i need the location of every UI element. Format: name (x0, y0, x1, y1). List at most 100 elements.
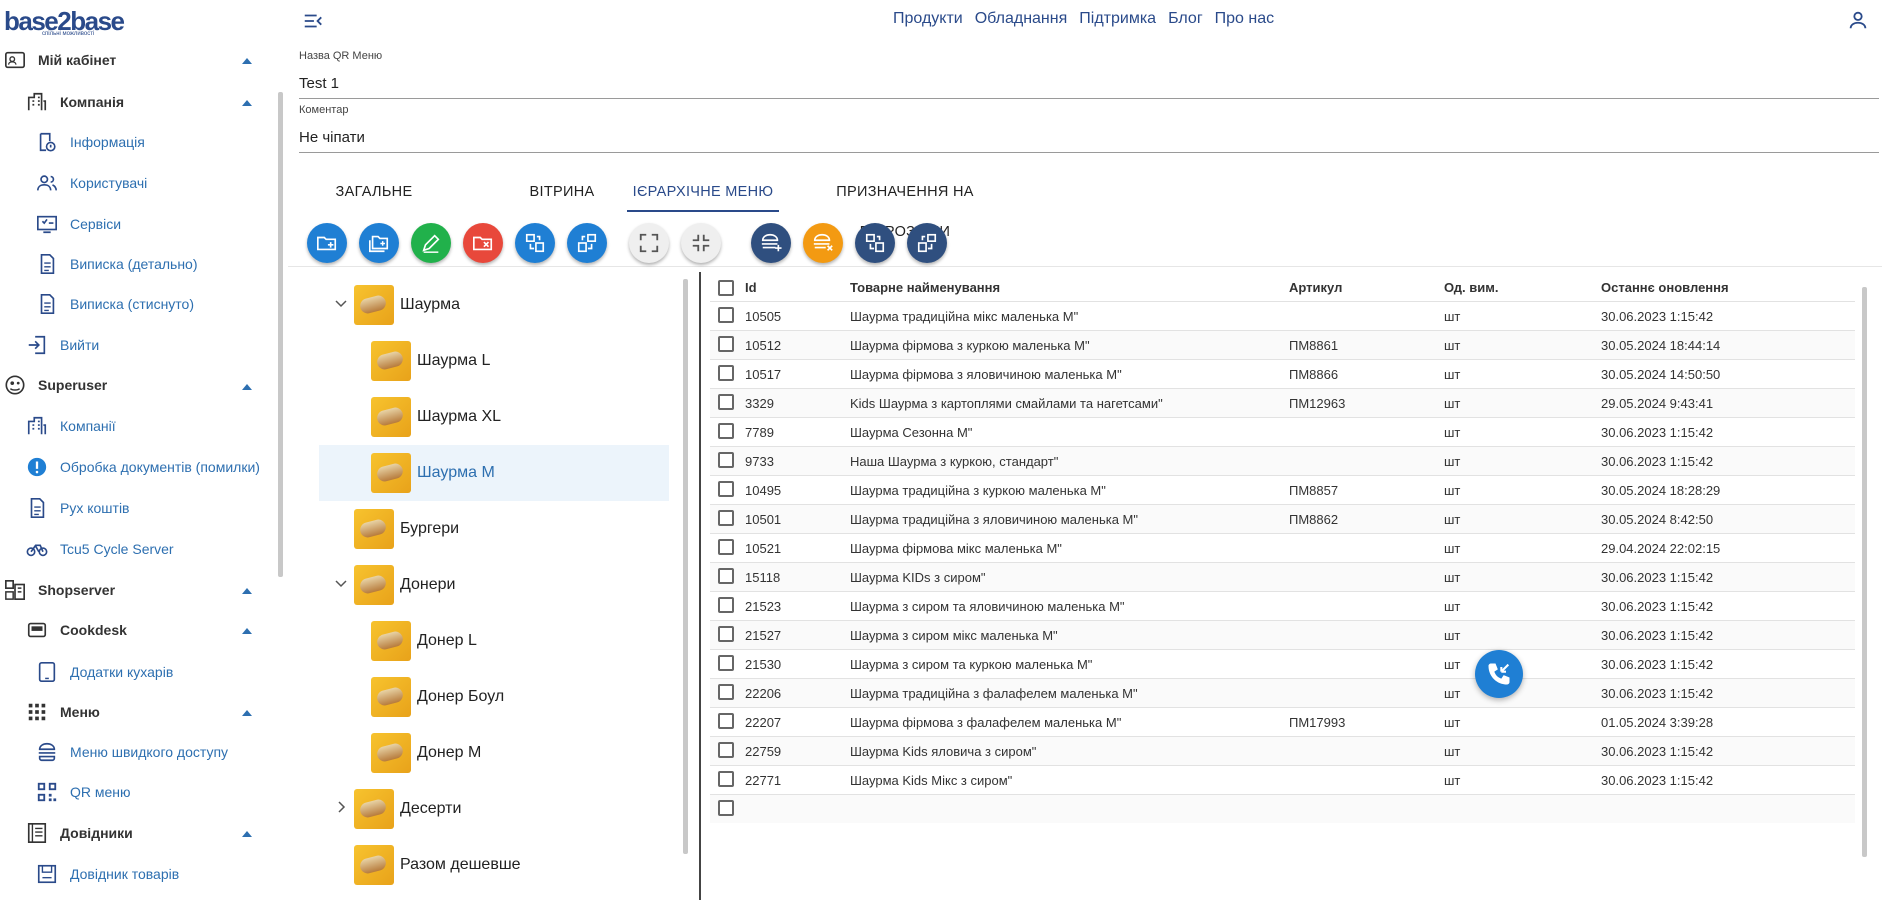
column-header-updated[interactable]: Останнє оновлення (1601, 275, 1729, 301)
row-checkbox[interactable] (718, 771, 734, 787)
sidebar-item-services[interactable]: Сервіси (36, 208, 121, 240)
sidebar-cookdesk[interactable]: Cookdesk (26, 614, 127, 646)
name-input[interactable]: Test 1 (299, 75, 339, 92)
move-down-button[interactable] (567, 223, 607, 263)
collapse-caret-icon[interactable] (242, 710, 252, 716)
table-row[interactable]: 10517 Шаурма фірмова з яловичиною маленьк… (710, 359, 1855, 388)
sidebar-item-info[interactable]: Інформація (36, 126, 145, 158)
row-checkbox[interactable] (718, 626, 734, 642)
tree-node-shaurma-l[interactable]: Шаурма L (371, 333, 621, 389)
topnav-blog[interactable]: Блог (1168, 10, 1203, 28)
column-header-article[interactable]: Артикул (1289, 275, 1342, 301)
tree-node-doners[interactable]: Донери (354, 557, 624, 613)
tree-node-combo[interactable]: Разом дешевше (354, 837, 624, 893)
table-row[interactable]: 22759 Шаурма Kids яловича з сиром" шт 30.06… (710, 736, 1855, 765)
table-row[interactable]: 15118 Шаурма KIDs з сиром" шт 30.06.2023 1:… (710, 562, 1855, 591)
row-checkbox[interactable] (718, 452, 734, 468)
tab-assign-departments[interactable]: ПРИЗНАЧЕННЯ НА ПІДРОЗДІЛИ (794, 172, 1016, 240)
sidebar-item-qr-menu[interactable]: QR меню (36, 776, 131, 808)
table-row[interactable]: 22207 Шаурма фірмова з фалафелем маленька… (710, 707, 1855, 736)
menu-collapse-icon[interactable] (302, 10, 324, 32)
sidebar-item-quick-menu[interactable]: Меню швидкого доступу (36, 736, 228, 768)
sidebar-superuser[interactable]: Superuser (4, 369, 107, 401)
table-row[interactable]: 22206 Шаурма традиційна з фалафелем мален… (710, 678, 1855, 707)
row-checkbox[interactable] (718, 394, 734, 410)
table-row[interactable]: 10512 Шаурма фірмова з куркою маленька М"… (710, 330, 1855, 359)
tree-node-burgers[interactable]: Бургери (354, 501, 624, 557)
chevron-down-icon[interactable] (335, 297, 347, 309)
topnav-support[interactable]: Підтримка (1079, 10, 1156, 28)
select-all-checkbox[interactable] (718, 280, 734, 296)
tree-node-doner-bowl[interactable]: Донер Боул (371, 669, 621, 725)
table-row[interactable]: 21530 Шаурма з сиром та куркою маленька М… (710, 649, 1855, 678)
copy-folder-button[interactable] (359, 223, 399, 263)
tab-showcase[interactable]: ВІТРИНА (502, 172, 622, 212)
collapse-caret-icon[interactable] (242, 628, 252, 634)
column-header-name[interactable]: Товарне найменування (850, 275, 1000, 301)
sidebar-item-tcu5[interactable]: Tcu5 Cycle Server (26, 533, 174, 565)
sidebar-item-users[interactable]: Користувачі (36, 167, 147, 199)
row-checkbox[interactable] (718, 423, 734, 439)
tree-scrollbar[interactable] (683, 279, 688, 854)
table-row-empty[interactable] (710, 794, 1855, 823)
sidebar-item-cook-apps[interactable]: Додатки кухарів (36, 656, 173, 688)
expand-all-button[interactable] (629, 223, 669, 263)
table-row[interactable]: 10495 Шаурма традиційна з куркою маленька… (710, 475, 1855, 504)
logo[interactable]: base2base спільні можливості (4, 6, 125, 40)
remove-product-button[interactable] (803, 223, 843, 263)
column-header-unit[interactable]: Од. вим. (1444, 275, 1498, 301)
row-checkbox[interactable] (718, 336, 734, 352)
delete-folder-button[interactable] (463, 223, 503, 263)
table-row[interactable]: 3329 Kids Шаурма з картоплями смайлами та… (710, 388, 1855, 417)
tab-general[interactable]: ЗАГАЛЬНЕ (328, 172, 420, 212)
table-row[interactable]: 9733 Наша Шаурма з куркою, стандарт" шт 30.… (710, 446, 1855, 475)
sidebar-item-product-catalog[interactable]: Довідник товарів (36, 858, 179, 890)
call-button[interactable] (1475, 650, 1523, 698)
collapse-caret-icon[interactable] (242, 384, 252, 390)
row-checkbox[interactable] (718, 307, 734, 323)
chevron-down-icon[interactable] (335, 577, 347, 589)
sidebar-scrollbar[interactable] (278, 92, 283, 577)
sidebar-item-doc-errors[interactable]: Обробка документів (помилки) (26, 451, 260, 483)
row-checkbox[interactable] (718, 800, 734, 816)
sidebar-item-logout[interactable]: Вийти (26, 329, 99, 361)
collapse-caret-icon[interactable] (242, 100, 252, 106)
sidebar-refs[interactable]: Довідники (26, 817, 133, 849)
comment-input[interactable]: Не чіпати (299, 129, 365, 146)
sidebar-menu[interactable]: Меню (26, 696, 100, 728)
edit-button[interactable] (411, 223, 451, 263)
sidebar-item-statement-detailed[interactable]: Виписка (детально) (36, 248, 198, 280)
pane-divider[interactable] (699, 272, 701, 900)
user-icon[interactable] (1847, 9, 1869, 31)
collapse-all-button[interactable] (681, 223, 721, 263)
sidebar-shopserver[interactable]: Shopserver (4, 574, 115, 606)
table-row[interactable]: 10501 Шаурма традиційна з яловичиною мале… (710, 504, 1855, 533)
row-checkbox[interactable] (718, 568, 734, 584)
chevron-right-icon[interactable] (335, 801, 347, 813)
row-checkbox[interactable] (718, 742, 734, 758)
sidebar-company[interactable]: Компанія (26, 86, 124, 118)
row-checkbox[interactable] (718, 597, 734, 613)
row-checkbox[interactable] (718, 481, 734, 497)
collapse-caret-icon[interactable] (242, 588, 252, 594)
table-row[interactable]: 10521 Шаурма фірмова мікс маленька М" шт 29… (710, 533, 1855, 562)
row-checkbox[interactable] (718, 713, 734, 729)
add-product-button[interactable] (751, 223, 791, 263)
row-checkbox[interactable] (718, 510, 734, 526)
tree-node-shaurma-m[interactable]: Шаурма M (319, 445, 669, 501)
move-up-button[interactable] (515, 223, 555, 263)
collapse-caret-icon[interactable] (242, 831, 252, 837)
column-header-id[interactable]: Id (745, 275, 757, 301)
tab-hierarchical-menu[interactable]: ІЄРАРХІЧНЕ МЕНЮ (627, 172, 779, 212)
collapse-caret-icon[interactable] (242, 58, 252, 64)
sidebar-item-companies[interactable]: Компанії (26, 410, 116, 442)
sidebar-item-cash-flow[interactable]: Рух коштів (26, 492, 130, 524)
sidebar-my-cabinet[interactable]: Мій кабінет (4, 44, 116, 76)
row-checkbox[interactable] (718, 684, 734, 700)
row-checkbox[interactable] (718, 655, 734, 671)
table-row[interactable]: 21527 Шаурма з сиром мікс маленька М" шт 30… (710, 620, 1855, 649)
row-checkbox[interactable] (718, 539, 734, 555)
sidebar-item-statement-compact[interactable]: Виписка (стиснуто) (36, 288, 194, 320)
tree-node-doner-m[interactable]: Донер M (371, 725, 621, 781)
row-checkbox[interactable] (718, 365, 734, 381)
